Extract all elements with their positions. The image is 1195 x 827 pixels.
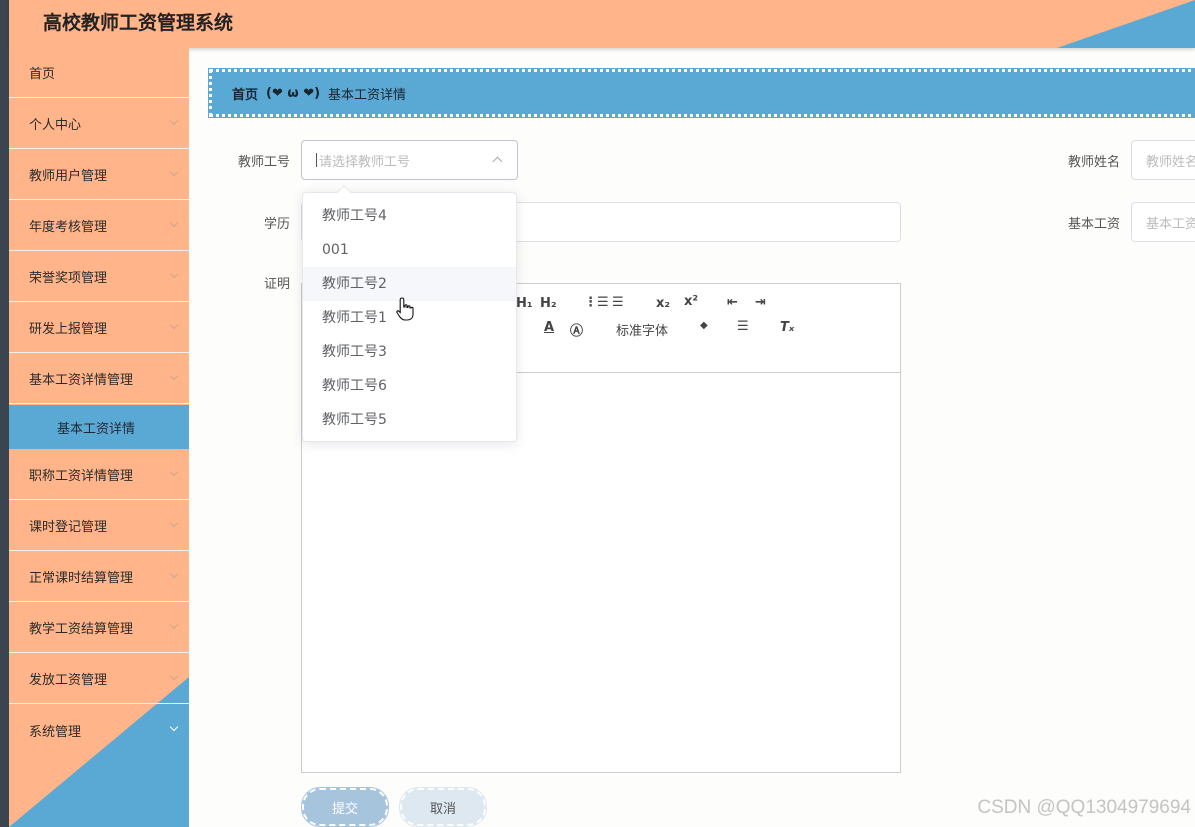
teacher-id-placeholder: 请选择教师工号 xyxy=(319,154,411,170)
sidebar-item-label: 教学工资结算管理 xyxy=(29,622,134,637)
base-salary-input[interactable]: 基本工资 xyxy=(1131,202,1195,242)
sidebar-item-label: 发放工资管理 xyxy=(29,673,108,688)
superscript-icon[interactable]: x² xyxy=(684,294,698,309)
chevron-up-icon xyxy=(492,156,503,167)
sidebar-subitem-label: 基本工资详情 xyxy=(57,421,136,437)
sidebar-item-label: 首页 xyxy=(29,67,56,82)
sidebar-item-personal-center[interactable]: 个人中心 xyxy=(9,99,189,149)
sidebar-item-rd-report[interactable]: 研发上报管理 xyxy=(9,303,189,353)
chevron-down-icon xyxy=(169,569,179,579)
submit-button[interactable]: 提交 xyxy=(301,787,389,827)
dropdown-option[interactable]: 教师工号6 xyxy=(303,369,516,403)
chevron-down-icon xyxy=(169,671,179,681)
dropdown-arrow xyxy=(336,184,352,200)
dropdown-option[interactable]: 教师工号3 xyxy=(303,335,516,369)
sidebar-item-label: 教师用户管理 xyxy=(29,169,108,184)
font-family-select[interactable]: 标准字体 xyxy=(616,320,668,339)
sidebar-item-label: 年度考核管理 xyxy=(29,220,108,235)
sidebar-item-teacher-users[interactable]: 教师用户管理 xyxy=(9,150,189,200)
chevron-down-icon xyxy=(169,167,179,177)
sidebar-subitem-base-salary-detail[interactable]: 基本工资详情 xyxy=(9,405,189,449)
cancel-button[interactable]: 取消 xyxy=(399,787,487,827)
sidebar-item-label: 正常课时结算管理 xyxy=(29,571,134,586)
base-salary-placeholder: 基本工资 xyxy=(1146,216,1195,232)
bullet-list-icon[interactable]: ☰ xyxy=(612,295,624,310)
clear-format-icon[interactable]: Tₓ xyxy=(780,320,794,335)
sidebar-item-system[interactable]: 系统管理 xyxy=(9,705,189,755)
heading1-icon[interactable]: H₁ xyxy=(516,296,533,311)
proof-label: 证明 xyxy=(263,277,290,292)
sidebar-item-label: 荣誉奖项管理 xyxy=(29,271,108,286)
ordered-list-icon[interactable]: ⋮☰ xyxy=(584,295,609,310)
sidebar-item-pay-salary[interactable]: 发放工资管理 xyxy=(9,654,189,704)
watermark: CSDN @QQ1304979694 xyxy=(977,797,1191,818)
sidebar-item-label: 研发上报管理 xyxy=(29,322,108,337)
sidebar-item-class-hours[interactable]: 课时登记管理 xyxy=(9,501,189,551)
teacher-name-label: 教师姓名 xyxy=(1067,155,1120,170)
sidebar-item-label: 课时登记管理 xyxy=(29,520,108,535)
app-header: 高校教师工资管理系统 xyxy=(9,0,1195,48)
dropdown-option[interactable]: 教师工号5 xyxy=(303,403,516,437)
dropdown-option-hovered[interactable]: 教师工号2 xyxy=(303,267,516,301)
chevron-down-icon xyxy=(169,269,179,279)
sidebar-item-label: 系统管理 xyxy=(29,724,82,740)
teacher-id-select[interactable]: 请选择教师工号 xyxy=(301,140,518,180)
chevron-down-icon xyxy=(169,116,179,126)
heading2-icon[interactable]: H₂ xyxy=(540,296,557,311)
header-corner-decoration xyxy=(1057,0,1195,48)
app-title: 高校教师工资管理系统 xyxy=(43,12,234,34)
base-salary-label: 基本工资 xyxy=(1067,217,1120,232)
breadcrumb-current: 基本工资详情 xyxy=(328,87,407,103)
dropdown-option[interactable]: 教师工号4 xyxy=(303,199,516,233)
sidebar-item-normal-settlement[interactable]: 正常课时结算管理 xyxy=(9,552,189,602)
teacher-id-label: 教师工号 xyxy=(237,155,290,170)
education-label: 学历 xyxy=(263,217,290,232)
sidebar-item-home[interactable]: 首页 xyxy=(9,48,189,98)
teacher-name-input[interactable]: 教师姓名 xyxy=(1131,140,1195,180)
sidebar-item-label: 个人中心 xyxy=(29,118,82,133)
window-edge xyxy=(0,0,9,827)
chevron-down-icon xyxy=(169,722,179,732)
chevron-down-icon xyxy=(169,467,179,477)
sidebar-item-label: 基本工资详情管理 xyxy=(29,373,134,388)
chevron-down-icon xyxy=(169,371,179,381)
sidebar: 首页 个人中心 教师用户管理 年度考核管理 荣誉奖项管理 研发上报管理 基本工资… xyxy=(9,48,189,827)
breadcrumb-separator: (❤ ω ❤) xyxy=(266,85,321,101)
chevron-down-icon xyxy=(169,218,179,228)
chevron-down-icon xyxy=(169,320,179,330)
outdent-icon[interactable]: ⇤ xyxy=(727,295,738,310)
chevron-down-icon xyxy=(169,620,179,630)
background-color-icon[interactable]: Ⓐ xyxy=(570,320,583,339)
subscript-icon[interactable]: x₂ xyxy=(656,296,670,311)
sidebar-item-annual-review[interactable]: 年度考核管理 xyxy=(9,201,189,251)
hand-cursor-icon xyxy=(396,297,414,321)
sidebar-item-title-salary[interactable]: 职称工资详情管理 xyxy=(9,450,189,500)
breadcrumb-home[interactable]: 首页 xyxy=(232,84,258,103)
sidebar-item-teaching-settlement[interactable]: 教学工资结算管理 xyxy=(9,603,189,653)
sidebar-item-honors[interactable]: 荣誉奖项管理 xyxy=(9,252,189,302)
chevron-down-icon xyxy=(169,518,179,528)
text-caret xyxy=(316,153,317,167)
sidebar-item-label: 职称工资详情管理 xyxy=(29,469,134,484)
align-icon[interactable]: ☰ xyxy=(737,319,749,334)
teacher-name-placeholder: 教师姓名 xyxy=(1146,154,1195,170)
font-color-icon[interactable]: A xyxy=(544,320,554,335)
dropdown-option[interactable]: 001 xyxy=(303,233,516,267)
breadcrumb: 首页 (❤ ω ❤) 基本工资详情 xyxy=(208,68,1195,118)
sidebar-item-base-salary[interactable]: 基本工资详情管理 xyxy=(9,354,189,404)
indent-icon[interactable]: ⇥ xyxy=(755,295,766,310)
select-updown-icon: ◆ xyxy=(700,320,708,331)
